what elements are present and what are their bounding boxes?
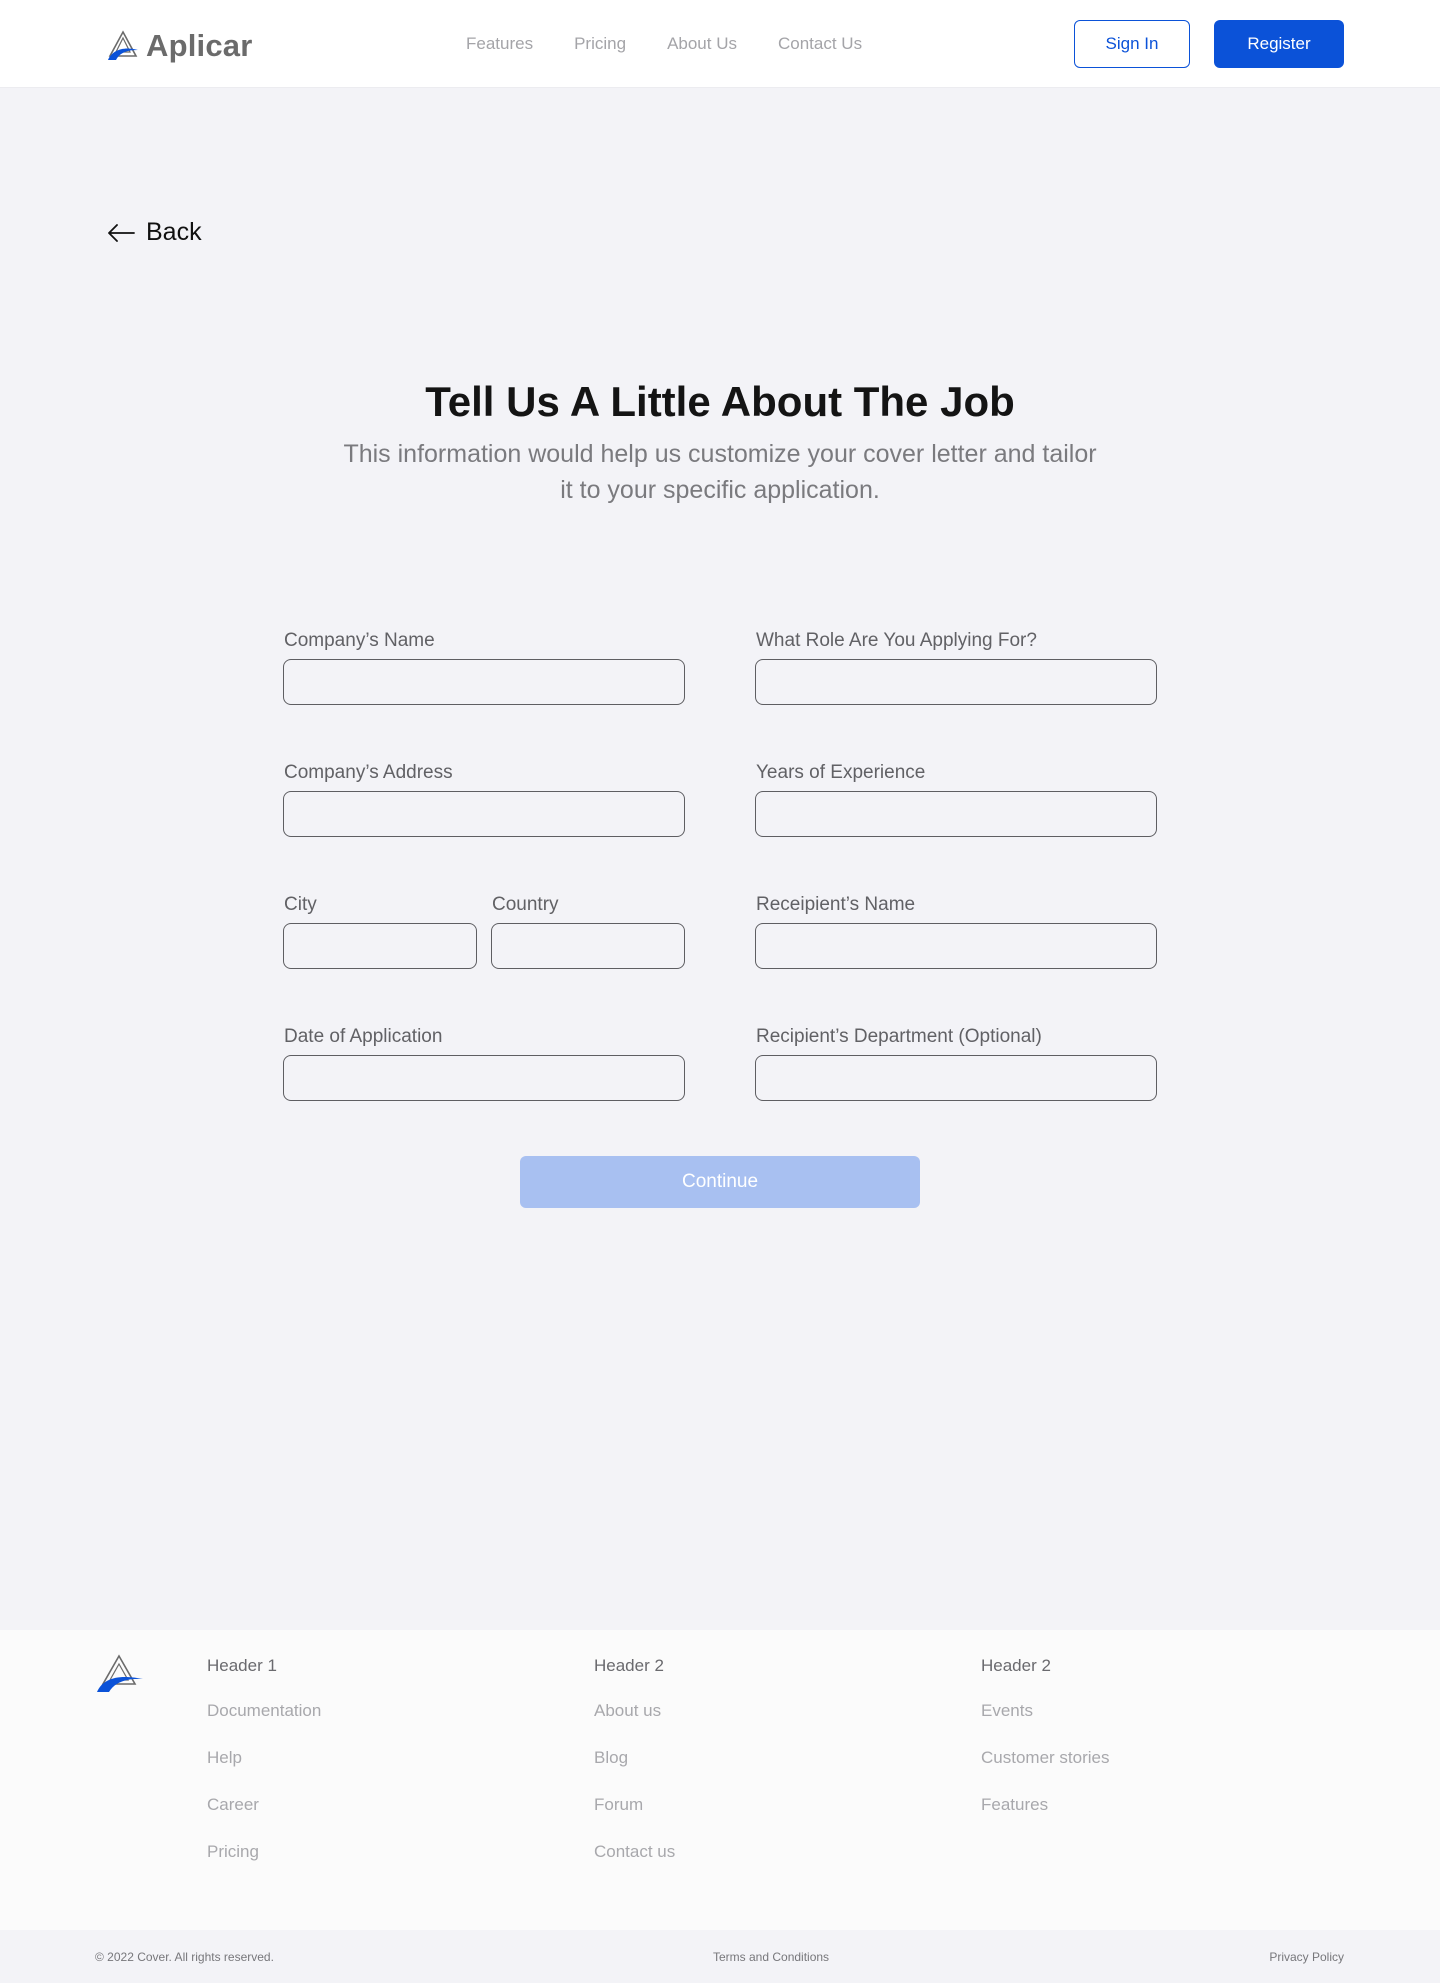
recipient-name-input[interactable] [755, 923, 1157, 969]
footer-column-2: Header 2 About us Blog Forum Contact us [594, 1656, 675, 1889]
top-navbar: Aplicar Features Pricing About Us Contac… [0, 0, 1440, 88]
back-label: Back [146, 218, 202, 246]
footer-link-forum[interactable]: Forum [594, 1795, 675, 1815]
nav-pricing[interactable]: Pricing [574, 34, 626, 54]
recipient-name-label: Receipient’s Name [756, 894, 916, 915]
privacy-policy-link[interactable]: Privacy Policy [1269, 1950, 1344, 1964]
footer-link-help[interactable]: Help [207, 1748, 321, 1768]
city-label: City [284, 894, 317, 915]
company-address-input[interactable] [283, 791, 685, 837]
footer-column-header: Header 2 [981, 1656, 1051, 1675]
main-nav: Features Pricing About Us Contact Us [466, 34, 862, 54]
sign-in-button[interactable]: Sign In [1074, 20, 1190, 68]
footer-link-contact-us[interactable]: Contact us [594, 1842, 675, 1862]
arrow-left-icon [108, 223, 135, 242]
footer-link-customer-stories[interactable]: Customer stories [981, 1748, 1109, 1768]
footer-link-features[interactable]: Features [981, 1795, 1109, 1815]
years-experience-input[interactable] [755, 791, 1157, 837]
recipient-department-input[interactable] [755, 1055, 1157, 1101]
page-subtitle: This information would help us customize… [343, 440, 1097, 504]
copyright-text: © 2022 Cover. All rights reserved. [95, 1950, 274, 1964]
footer-bottom-bar: © 2022 Cover. All rights reserved. Terms… [0, 1930, 1440, 1983]
city-input[interactable] [283, 923, 477, 969]
footer-logo[interactable] [95, 1654, 145, 1699]
footer-column-header: Header 1 [207, 1656, 277, 1675]
footer-link-events[interactable]: Events [981, 1701, 1109, 1721]
register-button[interactable]: Register [1214, 20, 1344, 68]
footer-column-header: Header 2 [594, 1656, 664, 1675]
country-input[interactable] [491, 923, 685, 969]
aplicar-logo-icon [108, 30, 138, 60]
footer-link-about-us[interactable]: About us [594, 1701, 675, 1721]
date-of-application-label: Date of Application [284, 1026, 443, 1047]
page-title: Tell Us A Little About The Job [425, 378, 1015, 425]
nav-contact-us[interactable]: Contact Us [778, 34, 862, 54]
footer-link-career[interactable]: Career [207, 1795, 321, 1815]
footer-link-documentation[interactable]: Documentation [207, 1701, 321, 1721]
company-name-input[interactable] [283, 659, 685, 705]
role-input[interactable] [755, 659, 1157, 705]
footer-column-1: Header 1 Documentation Help Career Prici… [207, 1656, 321, 1889]
footer-link-pricing[interactable]: Pricing [207, 1842, 321, 1862]
nav-about-us[interactable]: About Us [667, 34, 737, 54]
country-label: Country [492, 894, 559, 915]
years-experience-label: Years of Experience [756, 762, 926, 783]
date-of-application-input[interactable] [283, 1055, 685, 1101]
footer: Header 1 Documentation Help Career Prici… [0, 1630, 1440, 1930]
terms-link[interactable]: Terms and Conditions [713, 1950, 829, 1964]
footer-column-3: Header 2 Events Customer stories Feature… [981, 1656, 1109, 1842]
footer-link-blog[interactable]: Blog [594, 1748, 675, 1768]
continue-button[interactable]: Continue [520, 1156, 920, 1208]
brand-logo[interactable]: Aplicar [106, 26, 253, 66]
recipient-department-label: Recipient’s Department (Optional) [756, 1026, 1042, 1047]
back-link[interactable]: Back [106, 218, 202, 247]
role-label: What Role Are You Applying For? [756, 630, 1037, 651]
company-address-label: Company’s Address [284, 762, 453, 783]
nav-features[interactable]: Features [466, 34, 533, 54]
aplicar-logo-icon [97, 1654, 143, 1692]
brand-name: Aplicar [146, 28, 253, 63]
company-name-label: Company’s Name [284, 630, 435, 651]
